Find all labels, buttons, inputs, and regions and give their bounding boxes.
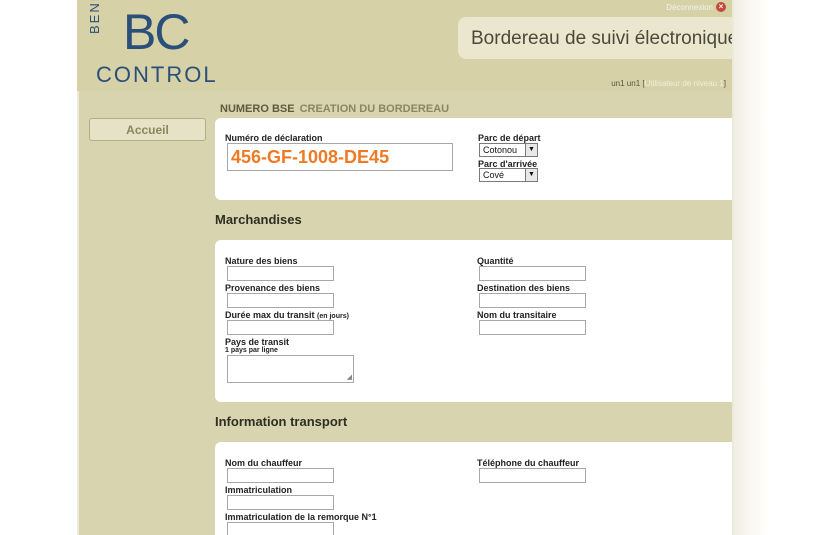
destination-label: Destination des biens bbox=[477, 283, 571, 293]
page-container: BENIN BC CONTROL Déconnexion × Bordereau… bbox=[77, 0, 734, 535]
bse-section-title: NUMERO BSE CREATION DU BORDEREAU bbox=[220, 103, 449, 115]
transport-section-title: Information transport bbox=[215, 414, 348, 429]
transport-panel: Nom du chauffeur Téléphone du chauffeur … bbox=[215, 442, 734, 535]
duration-label: Durée max du transit (en jours) bbox=[225, 310, 349, 320]
close-icon[interactable]: × bbox=[716, 2, 726, 12]
merchandise-section-title: Marchandises bbox=[215, 212, 302, 227]
driver-label: Nom du chauffeur bbox=[225, 458, 303, 468]
quantity-input[interactable] bbox=[479, 266, 586, 281]
bse-panel: Numéro de déclaration 456-GF-1008-DE45 P… bbox=[215, 118, 734, 200]
nature-input[interactable] bbox=[227, 266, 334, 281]
transit-textarea[interactable]: ◢ bbox=[227, 355, 354, 383]
registration-label: Immatriculation bbox=[225, 485, 293, 495]
phone-input[interactable] bbox=[479, 468, 586, 483]
user-name: un1 un1 bbox=[611, 79, 641, 88]
bse-title: NUMERO BSE bbox=[220, 103, 295, 115]
resize-handle-icon[interactable]: ◢ bbox=[347, 374, 352, 381]
user-info: un1 un1 [Utilisateur de niveau 1] bbox=[611, 79, 726, 88]
transit-hint: 1 pays par ligne bbox=[225, 347, 278, 354]
declaration-input[interactable]: 456-GF-1008-DE45 bbox=[227, 143, 453, 171]
merchandise-panel: Nature des biens Quantité Provenance des… bbox=[215, 240, 734, 402]
logo-control-text: CONTROL bbox=[96, 62, 218, 87]
page-title-box: Bordereau de suivi électronique bbox=[458, 17, 734, 59]
trailer-input[interactable] bbox=[227, 522, 334, 535]
quantity-label: Quantité bbox=[477, 256, 514, 266]
logout-link[interactable]: Déconnexion × bbox=[666, 2, 726, 12]
origin-input[interactable] bbox=[227, 293, 334, 308]
nature-label: Nature des biens bbox=[225, 256, 298, 266]
declaration-label: Numéro de déclaration bbox=[225, 133, 323, 143]
logo-benin-text: BENIN bbox=[87, 0, 102, 34]
origin-label: Provenance des biens bbox=[225, 283, 321, 293]
phone-label: Téléphone du chauffeur bbox=[477, 458, 580, 468]
departure-value: Cotonou bbox=[483, 145, 518, 155]
driver-input[interactable] bbox=[227, 468, 334, 483]
bse-subtitle: CREATION DU BORDEREAU bbox=[299, 103, 450, 115]
duration-unit: (en jours) bbox=[317, 313, 349, 320]
duration-label-text: Durée max du transit bbox=[225, 310, 315, 320]
trailer-label: Immatriculation de la remorque N°1 bbox=[225, 512, 377, 522]
arrival-select[interactable]: Cové ▼ bbox=[479, 168, 538, 182]
destination-input[interactable] bbox=[479, 293, 586, 308]
user-level: Utilisateur de niveau 1 bbox=[644, 79, 724, 88]
declaration-value: 456-GF-1008-DE45 bbox=[231, 147, 390, 167]
forwarder-label: Nom du transitaire bbox=[477, 310, 557, 320]
logout-label: Déconnexion bbox=[666, 2, 713, 12]
home-button[interactable]: Accueil bbox=[89, 118, 206, 141]
departure-label: Parc de départ bbox=[478, 133, 541, 143]
departure-select[interactable]: Cotonou ▼ bbox=[479, 143, 538, 157]
page-right-shadow bbox=[734, 0, 770, 535]
logo-bc-text: BC bbox=[123, 4, 190, 60]
arrival-value: Cové bbox=[483, 170, 505, 180]
page-title: Bordereau de suivi électronique bbox=[471, 28, 734, 49]
registration-input[interactable] bbox=[227, 495, 334, 510]
user-level-close: ] bbox=[723, 79, 726, 88]
logo: BENIN BC CONTROL bbox=[87, 0, 218, 87]
chevron-down-icon: ▼ bbox=[525, 169, 537, 181]
transit-label: Pays de transit bbox=[225, 337, 290, 347]
duration-input[interactable] bbox=[227, 320, 334, 335]
header: BENIN BC CONTROL Déconnexion × Bordereau… bbox=[77, 0, 734, 91]
forwarder-input[interactable] bbox=[479, 320, 586, 335]
chevron-down-icon: ▼ bbox=[525, 144, 537, 156]
